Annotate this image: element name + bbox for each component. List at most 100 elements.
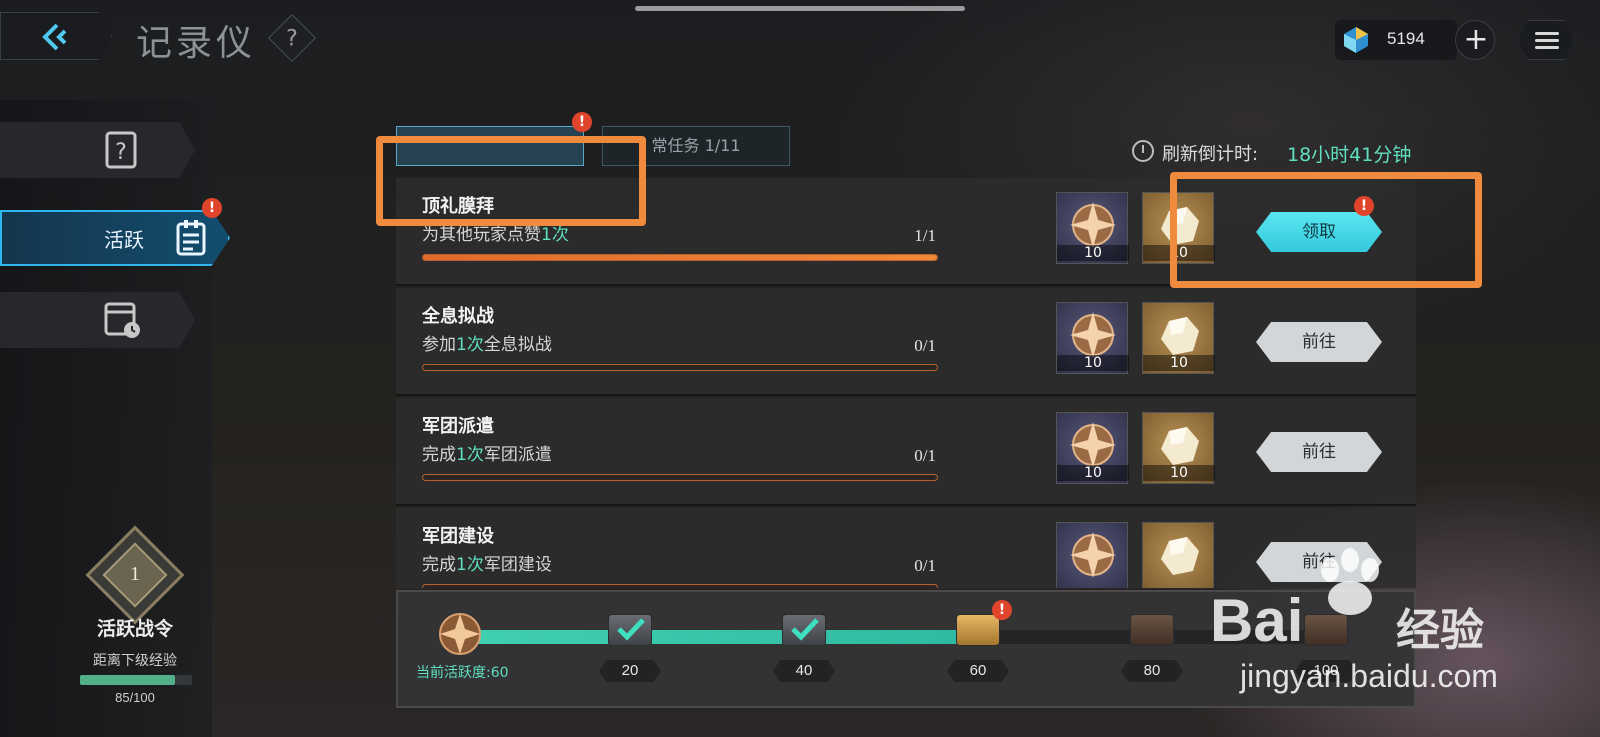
question-book-icon: ?: [105, 131, 137, 169]
task-progress-bar: [422, 584, 938, 588]
reward-item-star[interactable]: 10: [1056, 192, 1129, 264]
current-activity: 当前活跃度:60: [416, 662, 509, 682]
task-progress-bar: [422, 254, 938, 261]
ore-chunk-icon: [1161, 537, 1199, 575]
plus-icon: +: [1463, 22, 1489, 57]
back-button[interactable]: [0, 12, 112, 60]
task-name: 军团建设: [422, 526, 494, 547]
reward-item-ore[interactable]: 10: [1142, 302, 1215, 374]
task-row: 军团派遣 完成1次军团派遣 0/1 10 10 前往: [396, 398, 1416, 506]
milestone-value: 80: [1121, 660, 1183, 682]
milestone-value: 40: [773, 660, 835, 682]
reward-item-ore[interactable]: 10: [1142, 412, 1215, 484]
sidebar: [0, 100, 212, 737]
task-description: 完成1次军团派遣: [422, 440, 552, 465]
task-count: 0/1: [914, 556, 936, 575]
crystal-currency-icon: [1344, 27, 1368, 53]
milestone-chest[interactable]: [782, 610, 826, 650]
star-medal-icon: [1070, 532, 1116, 578]
checkmark-icon: [617, 618, 645, 641]
svg-text:?: ?: [115, 140, 127, 165]
task-name: 军团派遣: [422, 416, 494, 437]
go-button[interactable]: 前往: [1256, 322, 1382, 362]
task-description: 参加1次全息拟战: [422, 330, 552, 355]
refresh-timer-value: 18小时41分钟: [1287, 144, 1412, 166]
tab-alert-badge: !: [572, 112, 592, 132]
task-count: 0/1: [914, 336, 936, 355]
go-button[interactable]: 前往: [1256, 432, 1382, 472]
rank-progress-bar: [80, 675, 192, 685]
rank-progress-fill: [80, 675, 176, 685]
task-count: 0/1: [914, 446, 936, 465]
watermark-url: jingyan.baidu.com: [1240, 658, 1498, 694]
menu-icon-line: [1535, 39, 1559, 42]
sidebar-item-calendar[interactable]: [0, 292, 195, 348]
milestone-chest[interactable]: [1130, 610, 1174, 650]
task-desc-post: 军团派遣: [483, 445, 552, 465]
rank-level: 1: [130, 563, 140, 585]
task-desc-pre: 为其他玩家点赞: [422, 225, 541, 245]
task-desc-pre: 参加: [422, 335, 456, 355]
milestone-chest[interactable]: [608, 610, 652, 650]
stopwatch-icon: [1132, 140, 1154, 162]
checkmark-icon: [791, 618, 819, 641]
task-desc-highlight: 1次: [456, 335, 484, 355]
menu-button[interactable]: [1518, 20, 1574, 60]
paw-logo-icon: [1321, 548, 1379, 615]
activity-track-fill: [468, 630, 996, 644]
activity-star-icon: [439, 613, 481, 655]
refresh-timer-label: 刷新倒计时:: [1162, 144, 1259, 165]
add-currency-button[interactable]: +: [1455, 20, 1495, 60]
document-icon: [176, 220, 206, 256]
task-row: 全息拟战 参加1次全息拟战 0/1 10 10 前往: [396, 288, 1416, 396]
sidebar-item-guide[interactable]: ?: [0, 122, 195, 178]
task-desc-highlight: 1次: [456, 555, 484, 575]
reward-item-star[interactable]: 10: [1056, 412, 1129, 484]
rank-subtitle: 距离下级经验: [93, 653, 177, 669]
task-desc-pre: 完成: [422, 445, 456, 465]
menu-icon-line: [1535, 46, 1559, 49]
task-progress-bar: [422, 364, 938, 371]
rank-progress-text: 85/100: [115, 690, 155, 705]
milestone-value: 60: [947, 660, 1009, 682]
ore-chunk-icon: [1161, 427, 1199, 465]
baidu-watermark: Bai 经验 jingyan.baidu.com: [1210, 548, 1590, 698]
sidebar-alert-badge: !: [202, 198, 222, 218]
menu-icon: [1535, 32, 1559, 35]
chest-icon: [1130, 614, 1174, 646]
reward-item-star[interactable]: [1056, 522, 1128, 588]
reward-item-ore[interactable]: [1142, 522, 1214, 588]
task-progress-bar: [422, 474, 938, 481]
currency-value: 5194: [1387, 29, 1425, 48]
task-count: 1/1: [914, 226, 936, 245]
reward-quantity: 10: [1057, 245, 1129, 261]
task-desc-pre: 完成: [422, 555, 456, 575]
task-desc-highlight: 1次: [456, 445, 484, 465]
page-title: 记录仪: [136, 23, 257, 64]
highlight-box-claim: [1170, 172, 1482, 288]
reward-quantity: 10: [1057, 355, 1129, 371]
task-description: 完成1次军团建设: [422, 550, 552, 575]
task-desc-post: 军团建设: [483, 555, 552, 575]
reward-quantity: 10: [1143, 355, 1215, 371]
task-desc-highlight: 1次: [541, 225, 569, 245]
watermark-brand: Bai: [1210, 587, 1304, 654]
calendar-icon: [104, 302, 140, 338]
help-button[interactable]: ?: [267, 13, 317, 63]
task-desc-post: 全息拟战: [483, 335, 552, 355]
milestone-value: 20: [599, 660, 661, 682]
sidebar-item-label: 活跃: [104, 228, 144, 252]
star-medal-icon: [1070, 312, 1116, 358]
home-indicator: [635, 6, 965, 11]
reward-item-star[interactable]: 10: [1056, 302, 1129, 374]
reward-quantity: 10: [1143, 465, 1215, 481]
ore-chunk-icon: [1161, 317, 1199, 355]
help-icon: ?: [286, 26, 298, 52]
reward-quantity: 10: [1057, 465, 1129, 481]
star-medal-icon: [1070, 422, 1116, 468]
back-arrow-icon: [42, 23, 67, 51]
chest-icon: [956, 614, 1000, 646]
milestone-alert-badge: !: [992, 600, 1012, 620]
watermark-brand-cn: 经验: [1396, 605, 1484, 656]
task-progress-fill: [423, 255, 937, 260]
